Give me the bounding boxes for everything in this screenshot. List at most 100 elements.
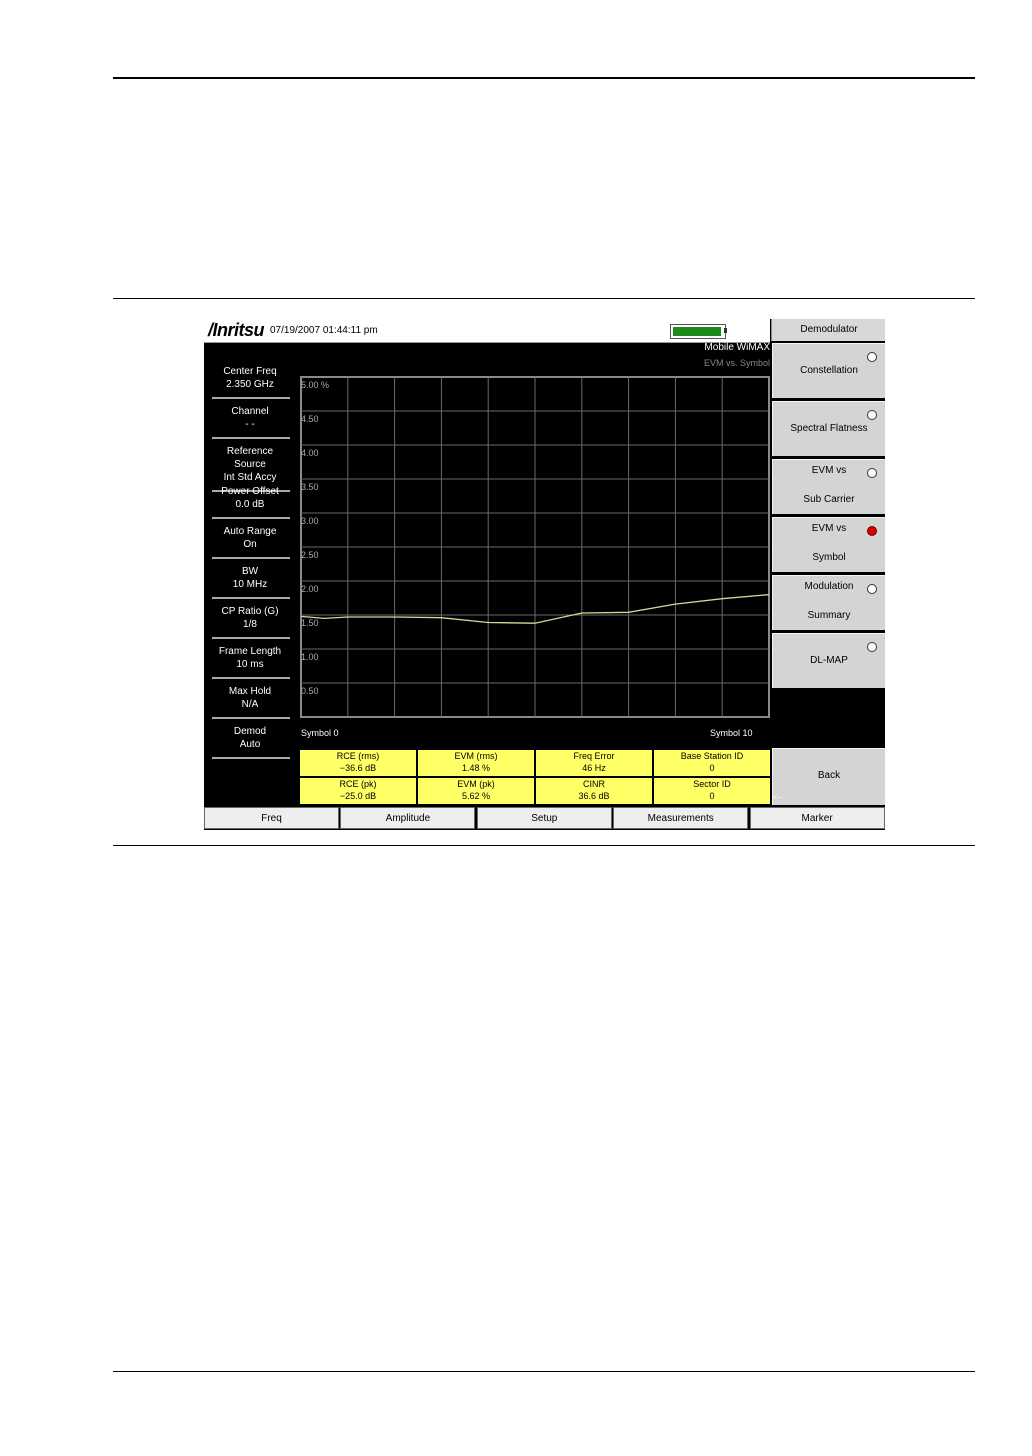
param-1: Channel - -: [210, 405, 290, 439]
param-label: CP Ratio (G): [221, 606, 279, 617]
param-value: - -: [245, 419, 255, 430]
param-4: Auto Range On: [210, 525, 290, 559]
measurement-value: −36.6 dB: [339, 763, 377, 773]
measurement-value: 5.62 %: [461, 791, 491, 801]
y-tick-label: 2.00: [301, 584, 319, 594]
measurement-label: Sector ID: [693, 779, 731, 789]
back-button[interactable]: Back: [772, 748, 885, 805]
softkey-label: EVM vs: [811, 523, 847, 534]
param-9: Demod Auto: [210, 725, 290, 759]
x-end-label: Symbol 10: [710, 728, 753, 738]
y-tick-label: 3.50: [301, 482, 319, 492]
softkey-spectral-flatness[interactable]: Spectral Flatness: [772, 401, 885, 456]
softkey-sublabel: Sub Carrier: [803, 494, 855, 505]
plot-svg: [300, 376, 770, 718]
y-tick-label: 3.00: [301, 516, 319, 526]
softkey-constellation[interactable]: Constellation: [772, 343, 885, 398]
y-tick-label: 4.00: [301, 448, 319, 458]
chart-title: Mobile WiMAX: [704, 342, 770, 353]
softkey-label: Constellation: [800, 365, 858, 376]
param-value: 0.0 dB: [235, 499, 265, 510]
evm-plot: [299, 375, 771, 719]
softkey-evm-vs[interactable]: EVM vs Symbol: [772, 517, 885, 572]
tab-marker[interactable]: Marker: [749, 807, 885, 829]
radio-indicator-icon: [867, 352, 877, 362]
param-label: Frame Length: [218, 646, 282, 657]
measurement-value: −25.0 dB: [339, 791, 377, 801]
param-5: BW 10 MHz: [210, 565, 290, 599]
tab-setup[interactable]: Setup: [476, 807, 612, 829]
param-6: CP Ratio (G) 1/8: [210, 605, 290, 639]
param-label: Center Freq: [223, 366, 277, 377]
softkey-evm-vs[interactable]: EVM vs Sub Carrier: [772, 459, 885, 514]
measurement-cell: RCE (pk) −25.0 dB: [300, 778, 416, 804]
measurement-value: 36.6 dB: [578, 791, 610, 801]
measurement-cell: EVM (rms) 1.48 %: [418, 750, 534, 776]
y-tick-label: 4.50: [301, 414, 319, 424]
param-label: Channel: [231, 406, 269, 417]
y-tick-label: 0.50: [301, 686, 319, 696]
softkey-label: Modulation: [804, 581, 854, 592]
param-3: Power Offset 0.0 dB: [210, 485, 290, 519]
softkey-modulation[interactable]: Modulation Summary: [772, 575, 885, 630]
back-label: Back: [817, 770, 841, 781]
param-value: Auto: [239, 739, 261, 750]
instrument-screenshot: /Inritsu 07/19/2007 01:44:11 pm Center F…: [204, 319, 885, 830]
tab-amplitude[interactable]: Amplitude: [340, 807, 476, 829]
param-value: Int Std Accy: [223, 472, 277, 483]
measurement-value: 0: [709, 791, 715, 801]
battery-tip: [724, 328, 727, 333]
measurement-label: Freq Error: [573, 751, 615, 761]
measurement-cell: EVM (pk) 5.62 %: [418, 778, 534, 804]
param-label: Power Offset: [221, 486, 279, 497]
measurement-label: EVM (pk): [457, 779, 495, 789]
param-8: Max Hold N/A: [210, 685, 290, 719]
param-label: BW: [241, 566, 259, 577]
softkey-dl-map[interactable]: DL-MAP: [772, 633, 885, 688]
measurement-value: 1.48 %: [461, 763, 491, 773]
param-7: Frame Length 10 ms: [210, 645, 290, 679]
radio-indicator-icon: [867, 410, 877, 420]
figure-bottom-rule: [113, 845, 975, 846]
param-value: 10 ms: [236, 659, 264, 670]
measurement-label: CINR: [583, 779, 605, 789]
param-underline: [212, 557, 290, 559]
param-label: Max Hold: [228, 686, 272, 697]
param-0: Center Freq 2.350 GHz: [210, 365, 290, 399]
battery-icon: [670, 324, 726, 339]
param-label: Auto Range: [223, 526, 277, 537]
tab-measurements[interactable]: Measurements: [613, 807, 749, 829]
param-2: Reference Source Int Std Accy: [210, 445, 290, 492]
param-label: Reference Source: [226, 446, 274, 470]
param-underline: [212, 637, 290, 639]
param-underline: [212, 717, 290, 719]
timestamp: 07/19/2007 01:44:11 pm: [270, 325, 378, 336]
param-value: On: [243, 539, 257, 550]
footer-rule: [113, 1371, 975, 1372]
measurement-label: Base Station ID: [680, 751, 744, 761]
measurement-value: 46 Hz: [582, 763, 606, 773]
measurement-cell: CINR 36.6 dB: [536, 778, 652, 804]
measurement-cell: RCE (rms) −36.6 dB: [300, 750, 416, 776]
param-underline: [212, 597, 290, 599]
chart-subtitle: EVM vs. Symbol: [703, 358, 770, 368]
measurement-label: RCE (rms): [336, 751, 380, 761]
back-arrow-indicator: <--: [773, 793, 783, 802]
softkey-sublabel: Symbol: [812, 552, 846, 563]
param-value: 10 MHz: [232, 579, 268, 590]
menu-title: Demodulator: [771, 319, 885, 341]
measurement-cell: Freq Error 46 Hz: [536, 750, 652, 776]
param-underline: [212, 677, 290, 679]
measurement-value: 0: [709, 763, 715, 773]
param-underline: [212, 397, 290, 399]
tab-freq[interactable]: Freq: [204, 807, 339, 829]
param-label: Demod: [233, 726, 267, 737]
measurement-cell: Sector ID 0: [654, 778, 770, 804]
softkey-label: EVM vs: [811, 465, 847, 476]
radio-indicator-icon: [867, 642, 877, 652]
param-underline: [212, 437, 290, 439]
y-tick-label: 1.00: [301, 652, 319, 662]
brand-logo: /Inritsu: [208, 320, 265, 340]
measurement-cell: Base Station ID 0: [654, 750, 770, 776]
param-underline: [212, 757, 290, 759]
